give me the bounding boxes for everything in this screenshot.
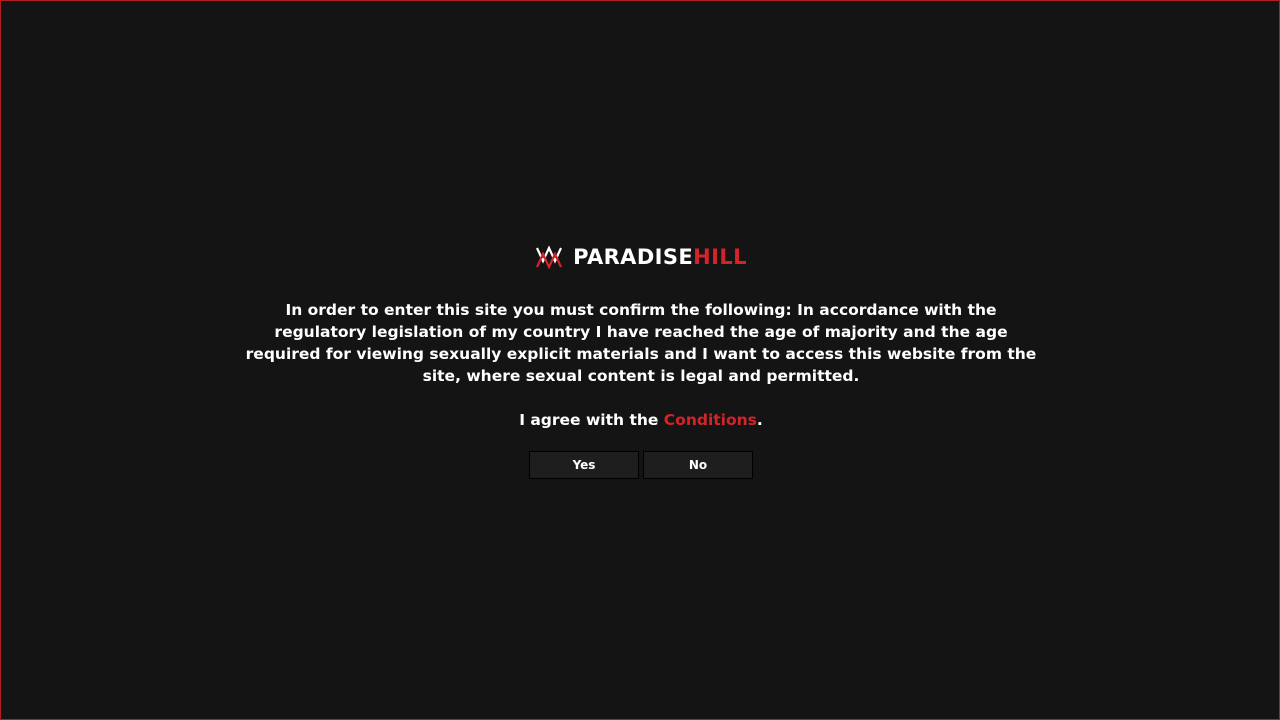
agree-line: I agree with the Conditions. <box>1 409 1280 431</box>
logo-wordmark: PARADISEHILL <box>573 245 747 269</box>
age-statement: In order to enter this site you must con… <box>245 301 1037 385</box>
agree-prefix: I agree with the <box>519 411 664 429</box>
confirm-buttons: Yes No <box>1 451 1280 479</box>
conditions-link[interactable]: Conditions <box>664 411 757 429</box>
logo-name-part1: PARADISE <box>573 245 694 269</box>
agree-suffix: . <box>756 411 763 429</box>
page-frame: PARADISEHILL In order to enter this site… <box>0 0 1280 720</box>
site-logo: PARADISEHILL <box>535 239 747 275</box>
age-verification-dialog: PARADISEHILL In order to enter this site… <box>1 239 1280 479</box>
no-button[interactable]: No <box>643 451 753 479</box>
logo-name-part2: HILL <box>693 245 747 269</box>
yes-button[interactable]: Yes <box>529 451 639 479</box>
logo-mark-icon <box>536 245 563 269</box>
